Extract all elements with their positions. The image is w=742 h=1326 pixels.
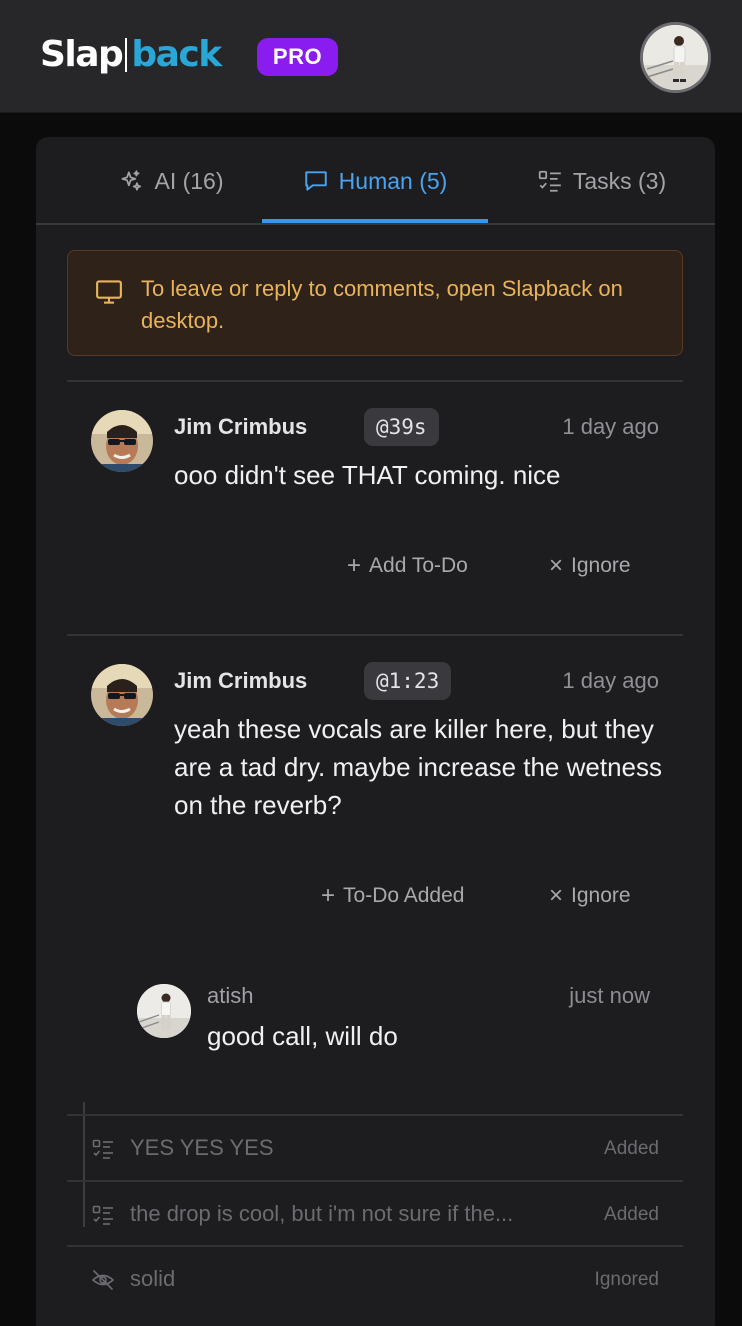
reply-avatar-photo [137, 984, 191, 1038]
collapsed-comment-text: YES YES YES [130, 1135, 274, 1160]
reply-time-ago: just now [569, 983, 650, 1008]
tab-ai[interactable]: AI (16) [76, 137, 266, 225]
reply-avatar [137, 984, 191, 1038]
user-avatar-photo [643, 25, 708, 90]
comment-timestamp-badge[interactable]: @39s [364, 408, 439, 446]
ignore-label: Ignore [571, 554, 631, 577]
plus-icon: + [347, 552, 362, 579]
user-avatar[interactable] [640, 22, 711, 93]
desktop-notice: To leave or reply to comments, open Slap… [67, 250, 683, 356]
plus-icon: + [321, 882, 336, 909]
commenter-avatar [91, 664, 153, 726]
task-list-icon [538, 170, 561, 192]
collapsed-comment-text: solid [130, 1266, 176, 1291]
eye-off-icon [91, 1270, 115, 1290]
collapsed-comment-row[interactable]: the drop is cool, but i'm not sure if th… [67, 1182, 683, 1246]
commenter-avatar-photo [91, 410, 153, 472]
logo-divider [125, 38, 128, 72]
tab-human[interactable]: Human (5) [262, 137, 488, 225]
comments-panel: AI (16) Human (5) Tasks (3) To leave or … [36, 137, 715, 1326]
tab-bar: AI (16) Human (5) Tasks (3) [36, 137, 715, 225]
close-icon: × [549, 882, 564, 909]
tab-tasks[interactable]: Tasks (3) [488, 137, 715, 225]
ignore-button[interactable]: × Ignore [549, 882, 631, 910]
collapsed-comment-row[interactable]: YES YES YES Added [67, 1116, 683, 1180]
commenter-avatar-photo [91, 664, 153, 726]
collapsed-comment-row[interactable]: solid Ignored [67, 1247, 683, 1311]
comment-time-ago: 1 day ago [562, 414, 659, 439]
comment-card: Jim Crimbus @39s 1 day ago ooo didn't se… [67, 382, 683, 634]
tab-tasks-label: Tasks (3) [572, 167, 667, 194]
todo-added-button[interactable]: + To-Do Added [321, 882, 464, 910]
todo-added-label: To-Do Added [343, 884, 465, 907]
add-todo-label: Add To-Do [369, 554, 468, 577]
comment-time-ago: 1 day ago [562, 668, 659, 693]
logo-text-back: back [131, 34, 222, 75]
task-list-icon [92, 1205, 113, 1225]
comment-author: Jim Crimbus [174, 668, 308, 693]
pro-badge: PRO [257, 38, 338, 76]
ignore-button[interactable]: × Ignore [549, 552, 631, 580]
collapsed-comment-status: Added [604, 1138, 659, 1159]
add-todo-button[interactable]: + Add To-Do [347, 552, 468, 580]
close-icon: × [549, 552, 564, 579]
notice-text: To leave or reply to comments, open Slap… [141, 276, 623, 333]
collapsed-comment-status: Added [604, 1204, 659, 1225]
sparkles-icon [121, 170, 142, 191]
slapback-logo[interactable]: Slap back [40, 30, 222, 80]
monitor-icon [96, 280, 122, 304]
comment-text: yeah these vocals are killer here, but t… [174, 714, 662, 820]
commenter-avatar [91, 410, 153, 472]
logo-text-slap: Slap [40, 34, 124, 75]
reply-author: atish [207, 983, 254, 1008]
ignore-label: Ignore [571, 884, 631, 907]
comment-text: ooo didn't see THAT coming. nice [174, 460, 561, 490]
reply-text: good call, will do [207, 1021, 398, 1051]
collapsed-comment-text: the drop is cool, but i'm not sure if th… [130, 1201, 514, 1226]
tab-ai-label: AI (16) [154, 167, 224, 194]
tab-human-label: Human (5) [338, 167, 448, 194]
collapsed-comment-status: Ignored [594, 1269, 659, 1290]
comment-timestamp-badge[interactable]: @1:23 [364, 662, 452, 700]
app-header: Slap back PRO [0, 0, 742, 113]
active-tab-indicator [262, 219, 488, 223]
task-list-icon [92, 1139, 113, 1159]
chat-bubble-icon [304, 171, 327, 191]
comment-author: Jim Crimbus [174, 414, 308, 439]
